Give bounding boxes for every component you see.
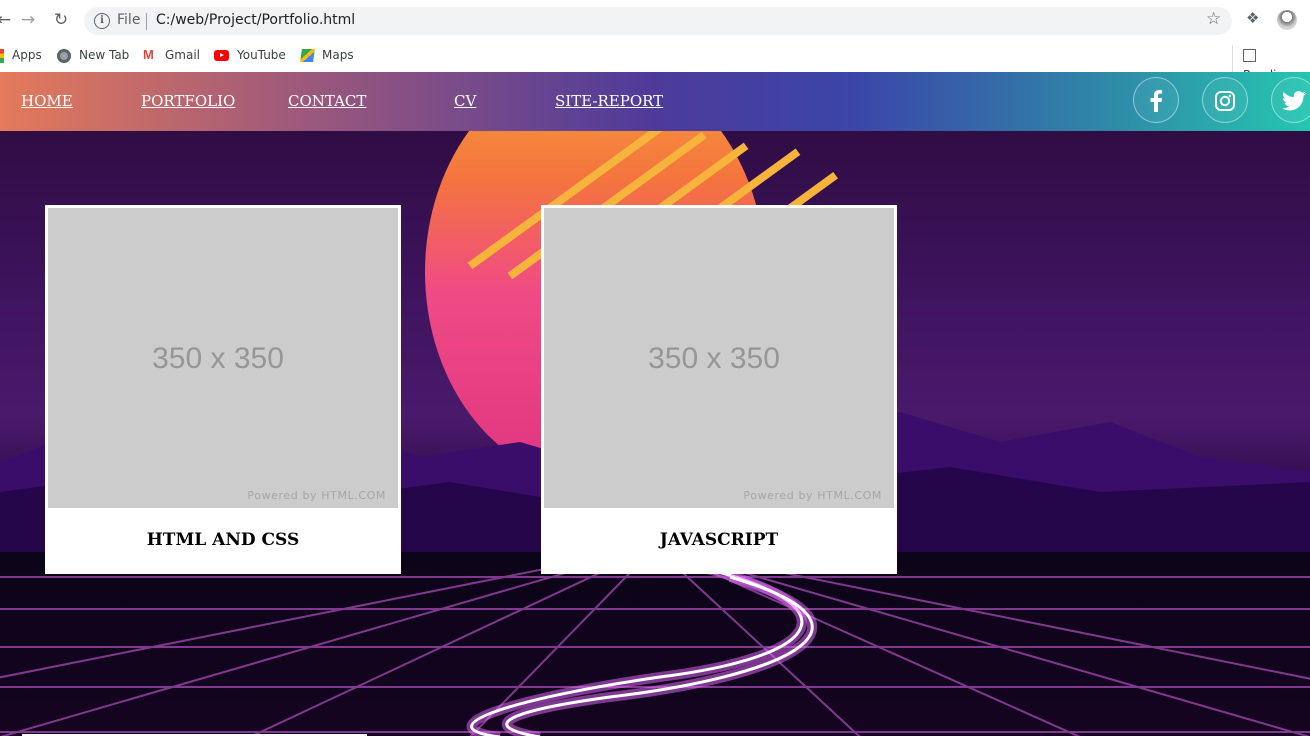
site-info-icon[interactable]: i: [94, 13, 110, 29]
bookmark-label: Maps: [322, 48, 354, 62]
nav-portfolio-link[interactable]: PORTFOLIO: [141, 92, 235, 110]
nav-cv-link[interactable]: CV: [454, 92, 476, 110]
facebook-icon[interactable]: [1133, 77, 1179, 123]
card-placeholder-image: 350 x 350 Powered by HTML.COM: [544, 208, 894, 508]
placeholder-credit: Powered by HTML.COM: [247, 489, 386, 502]
address-bar[interactable]: i File C:/web/Project/Portfolio.html: [84, 7, 1232, 35]
placeholder-credit: Powered by HTML.COM: [743, 489, 882, 502]
card-title: JAVASCRIPT: [659, 530, 779, 550]
twitter-icon[interactable]: [1271, 77, 1310, 123]
bookmark-label: Apps: [12, 48, 42, 62]
bookmark-apps[interactable]: Apps: [0, 45, 42, 65]
nav-contact-link[interactable]: CONTACT: [288, 92, 366, 110]
url-text[interactable]: C:/web/Project/Portfolio.html: [156, 12, 355, 28]
address-separator: [146, 13, 147, 30]
bookmark-new-tab[interactable]: New Tab: [57, 45, 129, 65]
card-title: HTML AND CSS: [146, 530, 300, 550]
placeholder-dimensions: 350 x 350: [648, 342, 780, 375]
maps-icon: [300, 49, 315, 62]
bookmark-label: YouTube: [237, 48, 286, 62]
bookmark-maps[interactable]: Maps: [300, 45, 354, 65]
browser-chrome: ← → ↻ i File C:/web/Project/Portfolio.ht…: [0, 0, 1310, 85]
apps-icon: [0, 48, 4, 63]
browser-toolbar: ← → ↻ i File C:/web/Project/Portfolio.ht…: [0, 0, 1310, 40]
background-light-trail: [466, 567, 817, 736]
portfolio-card-html-css[interactable]: 350 x 350 Powered by HTML.COM HTML AND C…: [45, 205, 401, 574]
back-icon[interactable]: ←: [0, 10, 14, 30]
nav-home-link[interactable]: HOME: [21, 92, 73, 110]
card-placeholder-image: 350 x 350 Powered by HTML.COM: [48, 208, 398, 508]
site-navbar: HOME PORTFOLIO CONTACT CV SITE-REPORT: [0, 72, 1310, 131]
reading-list-icon: [1243, 49, 1256, 62]
youtube-icon: [214, 50, 229, 61]
bookmark-star-icon[interactable]: ☆: [1206, 9, 1221, 29]
placeholder-dimensions: 350 x 350: [152, 342, 284, 375]
nav-site-report-link[interactable]: SITE-REPORT: [555, 92, 663, 110]
page-viewport: HOME PORTFOLIO CONTACT CV SITE-REPORT 35…: [0, 72, 1310, 736]
bookmark-gmail[interactable]: Gmail: [143, 45, 200, 65]
bookmark-label: Gmail: [165, 48, 201, 62]
instagram-icon[interactable]: [1202, 77, 1248, 123]
extensions-icon[interactable]: ❖: [1246, 9, 1259, 27]
bookmark-label: New Tab: [79, 48, 130, 62]
gmail-icon: [143, 45, 157, 65]
reload-icon[interactable]: ↻: [51, 10, 71, 30]
portfolio-card-javascript[interactable]: 350 x 350 Powered by HTML.COM JAVASCRIPT: [541, 205, 897, 574]
bookmark-youtube[interactable]: YouTube: [214, 45, 286, 65]
profile-avatar[interactable]: [1277, 10, 1297, 30]
globe-icon: [57, 48, 71, 63]
forward-icon[interactable]: →: [18, 10, 38, 30]
file-label: File: [117, 12, 141, 28]
bookmarks-bar: Apps New Tab Gmail YouTube Maps Reading: [0, 40, 1310, 85]
